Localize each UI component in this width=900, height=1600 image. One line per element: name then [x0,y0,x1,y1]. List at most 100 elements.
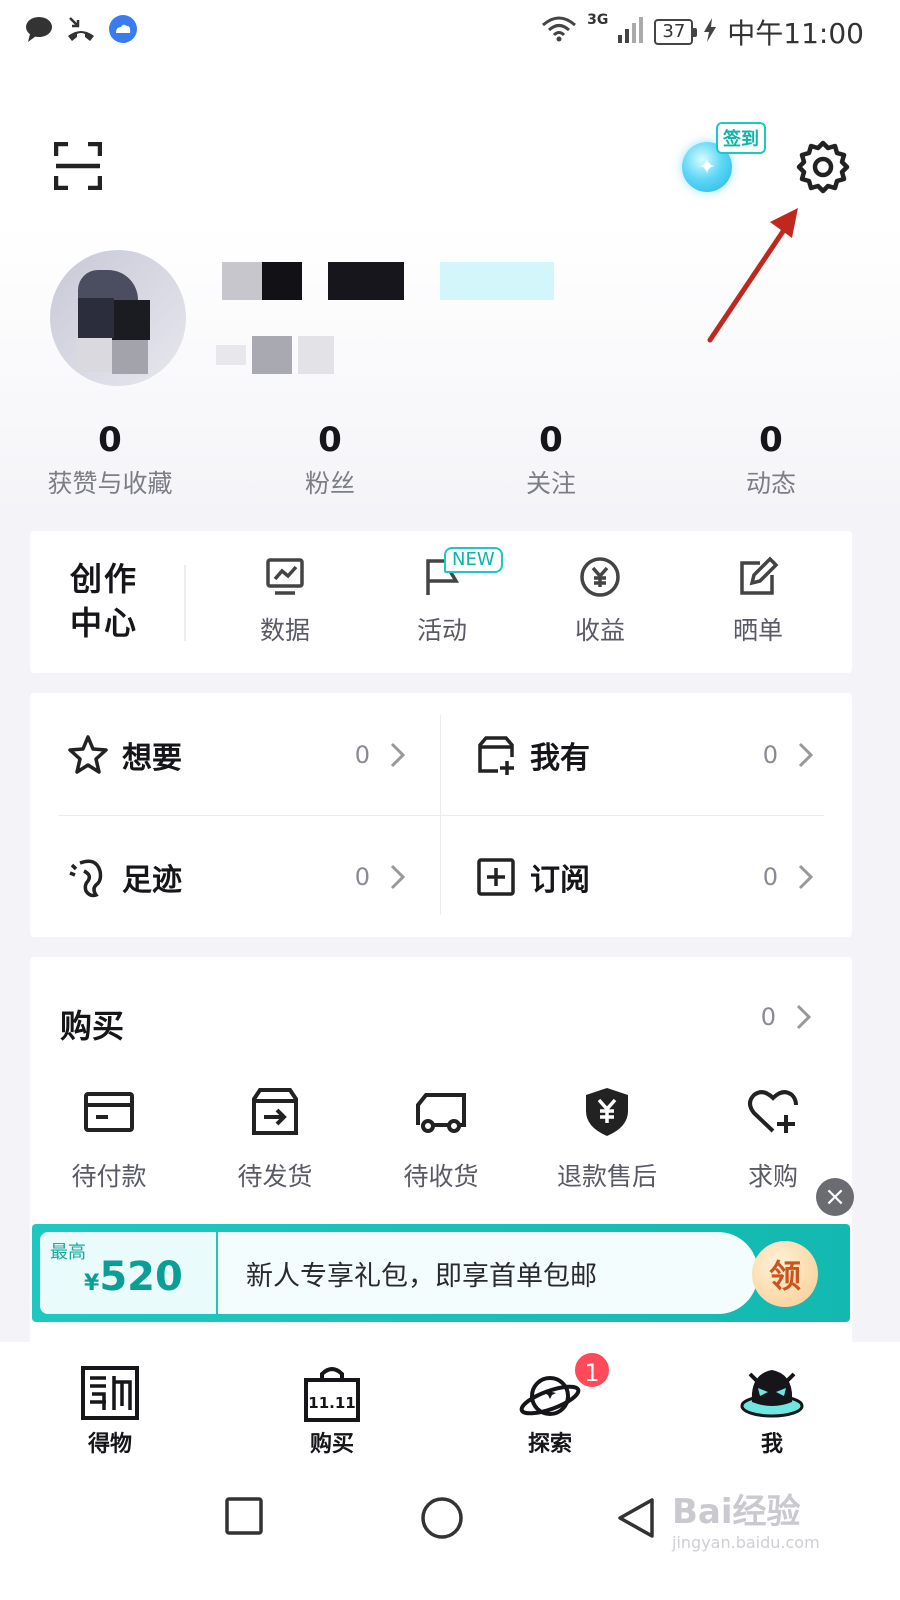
creator-item-label: 收益 [574,616,625,645]
status-bar: 3G 37 中午11:00 [0,0,900,62]
clock: 中午11:00 [727,17,864,50]
tab-dewu[interactable]: 得物 [50,1362,170,1458]
order-wanted[interactable]: 求购 [698,1085,848,1193]
avatar[interactable] [50,250,186,386]
shield-yen-icon [580,1085,634,1139]
collection-have[interactable]: 我有 0 [474,705,854,805]
dewu-logo-icon [78,1362,142,1426]
promo-amount-value: 520 [99,1254,183,1300]
purchase-title[interactable]: 购买 [60,1001,124,1047]
promo-tag: 最高 [50,1242,86,1263]
tab-me[interactable]: 我 [712,1362,832,1458]
collection-count: 0 [355,863,406,891]
bottom-tab-bar: 得物 11.11 购买 1 探索 我 [0,1342,900,1470]
creator-item-share-order[interactable]: 晒单 [698,555,818,647]
promo-coupon: 最高 ¥520 [40,1232,216,1314]
collection-label: 想要 [122,741,182,776]
stat-likes[interactable]: 0 获赞与收藏 [10,418,210,500]
heart-plus-icon [746,1085,800,1139]
creator-item-activity[interactable]: NEW 活动 [382,547,503,647]
network-type: 3G [587,12,609,28]
collection-count-value: 0 [354,863,370,891]
purchase-all-orders[interactable]: 0 [761,1003,812,1031]
order-pending-shipment[interactable]: 待发货 [200,1085,350,1193]
user-id-redacted [216,336,334,374]
wallet-icon [82,1085,136,1139]
tab-label: 我 [760,1432,783,1457]
notification-badge: 1 [572,1350,612,1390]
stat-label: 获赞与收藏 [47,469,173,498]
chevron-right-icon [798,864,814,890]
tab-label: 探索 [527,1432,572,1457]
collection-count: 0 [763,741,814,769]
close-icon[interactable]: × [816,1178,854,1216]
stats-row: 0 获赞与收藏 0 粉丝 0 关注 0 动态 [0,418,900,508]
divider [58,815,824,816]
order-pending-payment[interactable]: 待付款 [34,1085,184,1193]
new-badge: NEW [444,547,503,573]
divider [184,565,186,641]
username-redacted [222,262,554,300]
stat-value: 0 [318,420,342,460]
stat-following[interactable]: 0 关注 [451,418,651,500]
star-icon [66,733,110,777]
box-add-icon [474,733,518,777]
order-label: 退款售后 [556,1162,657,1191]
promo-currency: ¥ [84,1271,100,1296]
watermark: Bai经验 jingyan.baidu.com [672,1484,820,1552]
collection-count-value: 0 [354,741,370,769]
collection-footprint[interactable]: 足迹 0 [66,827,446,927]
creator-item-label: 晒单 [732,616,783,645]
promo-text: 新人专享礼包，即享首单包邮 [218,1232,758,1314]
watermark-url: jingyan.baidu.com [672,1533,820,1552]
stat-label: 动态 [745,469,796,498]
creator-item-earnings[interactable]: 收益 [540,555,660,647]
chevron-right-icon [798,742,814,768]
promo-claim-button[interactable]: 领 [752,1241,818,1307]
stat-fans[interactable]: 0 粉丝 [230,418,430,500]
signal-icon [618,15,644,50]
truck-icon [414,1085,468,1139]
notification-icons [24,14,138,44]
checkin-button[interactable]: ✦ 签到 [680,122,770,200]
chevron-right-icon [390,742,406,768]
order-label: 待发货 [237,1162,313,1191]
chevron-right-icon [390,864,406,890]
back-icon[interactable] [616,1496,656,1540]
annotation-arrow-icon [700,200,810,350]
plus-square-icon [474,855,518,899]
charging-icon [703,16,717,49]
order-refund[interactable]: 退款售后 [532,1085,682,1193]
recent-apps-icon[interactable] [224,1496,264,1536]
stat-label: 关注 [525,469,576,498]
home-icon[interactable] [420,1496,464,1540]
cloud-icon [108,14,138,44]
collection-count: 0 [763,863,814,891]
creator-center-title[interactable]: 创作 中心 [70,557,150,645]
scan-icon[interactable] [53,141,103,191]
order-pending-receipt[interactable]: 待收货 [366,1085,516,1193]
tab-label: 购买 [309,1432,354,1457]
shopping-bag-text: 11.11 [308,1394,355,1412]
creator-item-data[interactable]: 数据 [225,555,345,647]
collection-want[interactable]: 想要 0 [66,705,446,805]
collection-label: 我有 [530,741,590,776]
collection-subscribe[interactable]: 订阅 0 [474,827,854,927]
stat-label: 粉丝 [304,469,355,498]
tab-buy[interactable]: 11.11 购买 [272,1362,392,1458]
tab-explore[interactable]: 1 探索 [490,1350,612,1458]
order-label: 待收货 [403,1162,479,1191]
yen-icon [578,555,622,599]
promo-banner[interactable]: 最高 ¥520 新人专享礼包，即享首单包邮 领 [32,1224,850,1322]
stat-value: 0 [759,420,783,460]
order-label: 待付款 [71,1162,147,1191]
creator-item-label: 数据 [259,616,310,645]
collections-card: 想要 0 我有 0 足迹 0 订阅 0 [30,693,852,937]
promo-amount: ¥520 [84,1254,183,1300]
missed-call-icon [66,14,96,44]
stat-posts[interactable]: 0 动态 [671,418,871,500]
collection-label: 足迹 [122,863,182,898]
battery-icon: 37 [654,19,698,45]
gear-icon[interactable] [796,140,850,194]
purchase-count: 0 [760,1003,776,1031]
